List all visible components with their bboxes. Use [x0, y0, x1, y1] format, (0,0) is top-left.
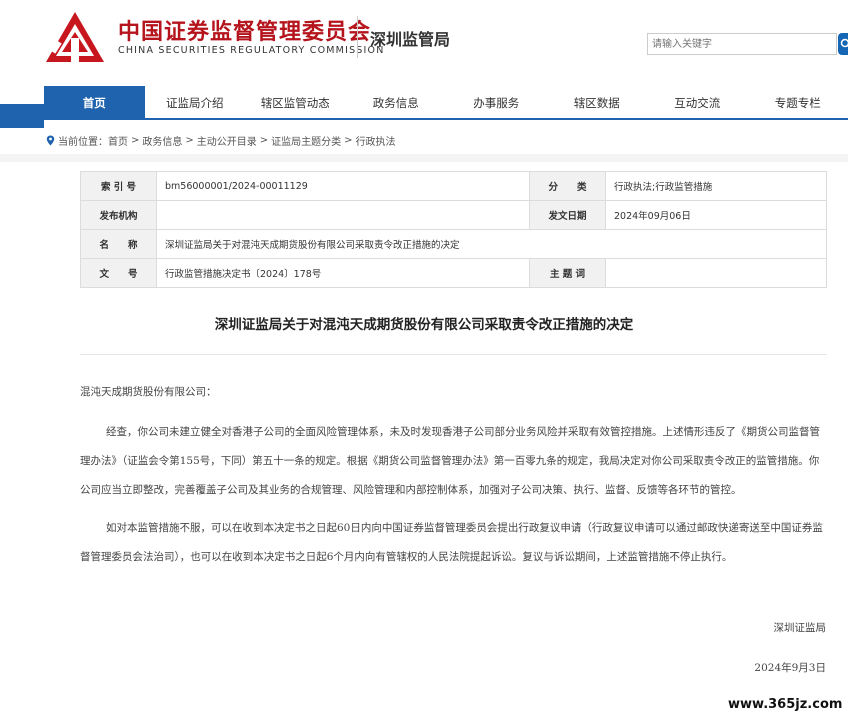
location-pin-icon	[46, 135, 55, 146]
nav-item-interaction[interactable]: 互动交流	[647, 86, 748, 120]
site-watermark: www.365jz.com	[722, 694, 848, 720]
breadcrumb-government-info[interactable]: 政务信息	[142, 133, 182, 148]
nav-item-government-info[interactable]: 政务信息	[346, 86, 447, 120]
subject-value	[605, 258, 827, 288]
doc-number-value: 行政监管措施决定书〔2024〕178号	[156, 258, 530, 288]
document-paragraph: 经查，你公司未建立健全对香港子公司的全面风险管理体系，未及时发现香港子公司部分业…	[80, 426, 820, 496]
site-header: 中国证券监督管理委员会 CHINA SECURITIES REGULATORY …	[0, 0, 848, 86]
nav-item-regional-news[interactable]: 辖区监管动态	[245, 86, 346, 120]
index-number-label: 索 引 号	[80, 171, 157, 201]
nav-item-home[interactable]: 首页	[44, 86, 145, 120]
doc-number-label: 文 号	[80, 258, 157, 288]
breadcrumb-separator: >	[259, 135, 269, 146]
search-button[interactable]	[838, 33, 848, 55]
breadcrumb: 当前位置： 首页 > 政务信息 > 主动公开目录 > 证监局主题分类 > 行政执…	[46, 133, 396, 148]
issue-date-label: 发文日期	[529, 200, 606, 230]
category-value: 行政执法;行政监管措施	[605, 171, 827, 201]
category-label: 分 类	[529, 171, 606, 201]
bureau-name: 深圳监管局	[370, 30, 451, 49]
document-date: 2024年9月3日	[754, 662, 826, 674]
search-input[interactable]	[647, 33, 837, 55]
breadcrumb-enforcement[interactable]: 行政执法	[356, 133, 396, 148]
publisher-value	[156, 200, 530, 230]
nav-item-about[interactable]: 证监局介绍	[145, 86, 246, 120]
csrc-logo[interactable]	[44, 10, 106, 66]
info-row: 文 号 行政监管措施决定书〔2024〕178号 主 题 词	[80, 258, 827, 288]
info-row: 发布机构 发文日期 2024年09月06日	[80, 200, 827, 230]
document-signature: 深圳证监局	[773, 622, 827, 634]
section-divider	[0, 154, 848, 162]
brand-name-cn[interactable]: 中国证券监督管理委员会	[118, 14, 371, 46]
breadcrumb-topic-category[interactable]: 证监局主题分类	[271, 133, 341, 148]
breadcrumb-prefix: 当前位置：	[58, 137, 108, 148]
brand-divider	[357, 16, 358, 58]
breadcrumb-home[interactable]: 首页	[108, 133, 128, 148]
info-row: 索 引 号 bm56000001/2024-00011129 分 类 行政执法;…	[80, 171, 827, 201]
document-title: 深圳证监局关于对混沌天成期货股份有限公司采取责令改正措施的决定	[214, 317, 634, 333]
document-addressee: 混沌天成期货股份有限公司：	[80, 386, 217, 398]
document-paragraph: 如对本监管措施不服，可以在收到本决定书之日起60日内向中国证券监督管理委员会提出…	[80, 522, 823, 563]
nav-left-accent	[0, 104, 44, 128]
nav-item-topics[interactable]: 专题专栏	[748, 86, 848, 120]
main-nav: 首页 证监局介绍 辖区监管动态 政务信息 办事服务 辖区数据 互动交流 专题专栏	[44, 86, 848, 120]
issue-date-value: 2024年09月06日	[605, 200, 827, 230]
document-info-table: 索 引 号 bm56000001/2024-00011129 分 类 行政执法;…	[80, 171, 827, 288]
brand-name-en: CHINA SECURITIES REGULATORY COMMISSION	[118, 45, 385, 56]
nav-item-services[interactable]: 办事服务	[446, 86, 547, 120]
info-row: 名 称 深圳证监局关于对混沌天成期货股份有限公司采取责令改正措施的决定	[80, 229, 827, 259]
doc-name-value: 深圳证监局关于对混沌天成期货股份有限公司采取责令改正措施的决定	[156, 229, 827, 259]
nav-item-regional-data[interactable]: 辖区数据	[547, 86, 648, 120]
breadcrumb-disclosure-catalog[interactable]: 主动公开目录	[197, 133, 257, 148]
breadcrumb-separator: >	[185, 135, 194, 146]
breadcrumb-separator: >	[344, 135, 353, 146]
search-icon	[840, 38, 848, 48]
breadcrumb-separator: >	[131, 135, 140, 146]
doc-name-label: 名 称	[80, 229, 157, 259]
index-number-value: bm56000001/2024-00011129	[156, 171, 530, 201]
title-divider	[80, 354, 827, 355]
subject-label: 主 题 词	[529, 258, 606, 288]
publisher-label: 发布机构	[80, 200, 157, 230]
